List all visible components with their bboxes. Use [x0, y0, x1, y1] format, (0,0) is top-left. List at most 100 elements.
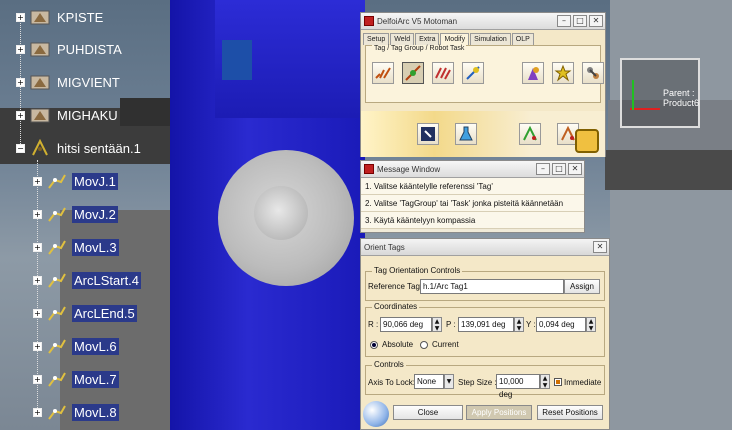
tag-chain-icon[interactable] [372, 62, 394, 84]
tree-node-label[interactable]: MovJ.2 [72, 205, 118, 223]
chevron-down-icon[interactable]: ▼ [444, 374, 454, 389]
immediate-label: Immediate [564, 378, 602, 387]
robot-move-icon [46, 204, 68, 224]
tab-extra[interactable]: Extra [415, 33, 440, 45]
axis-lock-label: Axis To Lock: [368, 378, 415, 387]
orient-tags-icon[interactable] [402, 62, 424, 84]
maximize-button[interactable]: □ [552, 163, 566, 175]
expand-icon[interactable]: + [33, 209, 42, 219]
orient-titlebar[interactable]: Orient Tags ✕ [361, 239, 609, 256]
absolute-radio[interactable] [370, 341, 378, 349]
controls-group: Controls Axis To Lock: None ▼ Step Size … [365, 360, 605, 399]
tab-simulation[interactable]: Simulation [470, 33, 511, 45]
expand-icon[interactable]: + [33, 242, 42, 252]
p-spinner[interactable]: ▲ ▼ [514, 317, 524, 332]
apply-positions-button[interactable]: Apply Positions [466, 405, 532, 420]
maximize-button[interactable]: □ [573, 15, 587, 27]
compass-z-axis [632, 80, 634, 110]
y-input[interactable]: 0,094 deg [536, 317, 586, 332]
inspect-icon[interactable] [417, 123, 439, 145]
tree-node-label[interactable]: KPISTE [55, 9, 105, 26]
tree-node-label[interactable]: MovL.8 [72, 403, 119, 421]
minimize-button[interactable]: – [557, 15, 571, 27]
tab-weld[interactable]: Weld [390, 33, 415, 45]
tree-node-label[interactable]: MIGHAKU [55, 107, 120, 124]
axis-lock-select[interactable]: None [414, 374, 444, 389]
tree-node-label[interactable]: ArcLStart.4 [72, 271, 142, 289]
toolbar-spacer [493, 123, 503, 145]
tag-align-icon[interactable] [462, 62, 484, 84]
expand-icon[interactable]: + [16, 44, 25, 54]
close-button[interactable]: ✕ [589, 15, 603, 27]
tab-modify[interactable]: Modify [440, 33, 470, 45]
tree-node[interactable]: + MovL.7 [33, 368, 119, 390]
expand-icon[interactable]: + [16, 110, 25, 120]
window-title: DelfoiArc V5 Motoman [377, 16, 458, 26]
assign-button[interactable]: Assign [564, 279, 600, 294]
tree-node[interactable]: + KPISTE [16, 6, 105, 28]
r-input[interactable]: 90,066 deg [380, 317, 432, 332]
task-wrench-icon[interactable] [582, 62, 604, 84]
tree-node[interactable]: + MIGHAKU [16, 104, 120, 126]
immediate-checkbox[interactable] [554, 378, 562, 386]
tree-node[interactable]: + MovL.8 [33, 401, 119, 423]
reference-tag-label: Reference Tag [368, 282, 420, 291]
close-button[interactable]: ✕ [593, 241, 607, 253]
reset-positions-button[interactable]: Reset Positions [537, 405, 603, 420]
expand-icon[interactable]: + [33, 407, 42, 417]
expand-icon[interactable]: + [33, 176, 42, 186]
flask-icon[interactable] [455, 123, 477, 145]
expand-icon[interactable]: + [33, 374, 42, 384]
close-button[interactable]: ✕ [568, 163, 582, 175]
fieldset-title: Controls [372, 360, 406, 369]
tab-olp[interactable]: OLP [511, 33, 534, 45]
tree-node[interactable]: + PUHDISTA [16, 38, 124, 60]
expand-icon[interactable]: + [16, 12, 25, 22]
tree-node-label[interactable]: MovL.7 [72, 370, 119, 388]
p-input[interactable]: 139,091 deg [458, 317, 514, 332]
tab-setup[interactable]: Setup [363, 33, 390, 45]
tree-node[interactable]: + MovL.3 [33, 236, 119, 258]
close-dialog-button[interactable]: Close [393, 405, 463, 420]
tree-node-label[interactable]: MovJ.1 [72, 172, 118, 190]
compass-label: Parent : Product6 [663, 88, 700, 108]
delfoiarc-titlebar[interactable]: DelfoiArc V5 Motoman – □ ✕ [361, 13, 605, 30]
fieldset-title: Coordinates [372, 302, 420, 311]
r-spinner[interactable]: ▲ ▼ [432, 317, 442, 332]
background-rail [605, 150, 732, 190]
delfoi-logo-button[interactable] [575, 129, 599, 153]
step-size-input[interactable]: 10,000 deg [496, 374, 540, 399]
app-icon [364, 164, 374, 174]
tree-node-label[interactable]: PUHDISTA [55, 41, 124, 58]
expand-icon[interactable]: + [33, 275, 42, 285]
tree-node-label[interactable]: hitsi sentään.1 [55, 140, 143, 157]
expand-icon[interactable]: + [33, 308, 42, 318]
robot-task-icon[interactable] [522, 62, 544, 84]
tree-node[interactable]: + MIGVIENT [16, 71, 122, 93]
tree-node[interactable]: + MovJ.1 [33, 170, 118, 192]
tree-node-label[interactable]: MIGVIENT [55, 74, 122, 91]
tree-node-label[interactable]: MovL.3 [72, 238, 119, 256]
robot-move-icon [46, 369, 68, 389]
minimize-button[interactable]: – [536, 163, 550, 175]
tree-node-label[interactable]: MovL.6 [72, 337, 119, 355]
part-icon [29, 39, 51, 59]
tree-node[interactable]: + MovL.6 [33, 335, 119, 357]
expand-icon[interactable]: + [16, 77, 25, 87]
coordinates-group: Coordinates R : 90,066 deg ▲ ▼ P : 139,09… [365, 302, 605, 357]
reference-tag-field[interactable]: h.1/Arc Tag1 [420, 279, 564, 294]
expand-icon[interactable]: + [33, 341, 42, 351]
tree-node[interactable]: + MovJ.2 [33, 203, 118, 225]
tree-node[interactable]: − hitsi sentään.1 [16, 137, 143, 159]
task-star-icon[interactable] [552, 62, 574, 84]
tree-node[interactable]: + ArcLStart.4 [33, 269, 142, 291]
tree-node-label[interactable]: ArcLEnd.5 [72, 304, 137, 322]
message-titlebar[interactable]: Message Window – □ ✕ [361, 161, 584, 178]
weld-check-icon[interactable] [519, 123, 541, 145]
collapse-icon[interactable]: − [16, 143, 25, 153]
current-radio[interactable] [420, 341, 428, 349]
y-spinner[interactable]: ▲ ▼ [586, 317, 596, 332]
step-spinner[interactable]: ▲ ▼ [540, 374, 550, 389]
tree-node[interactable]: + ArcLEnd.5 [33, 302, 137, 324]
tag-translate-icon[interactable] [432, 62, 454, 84]
